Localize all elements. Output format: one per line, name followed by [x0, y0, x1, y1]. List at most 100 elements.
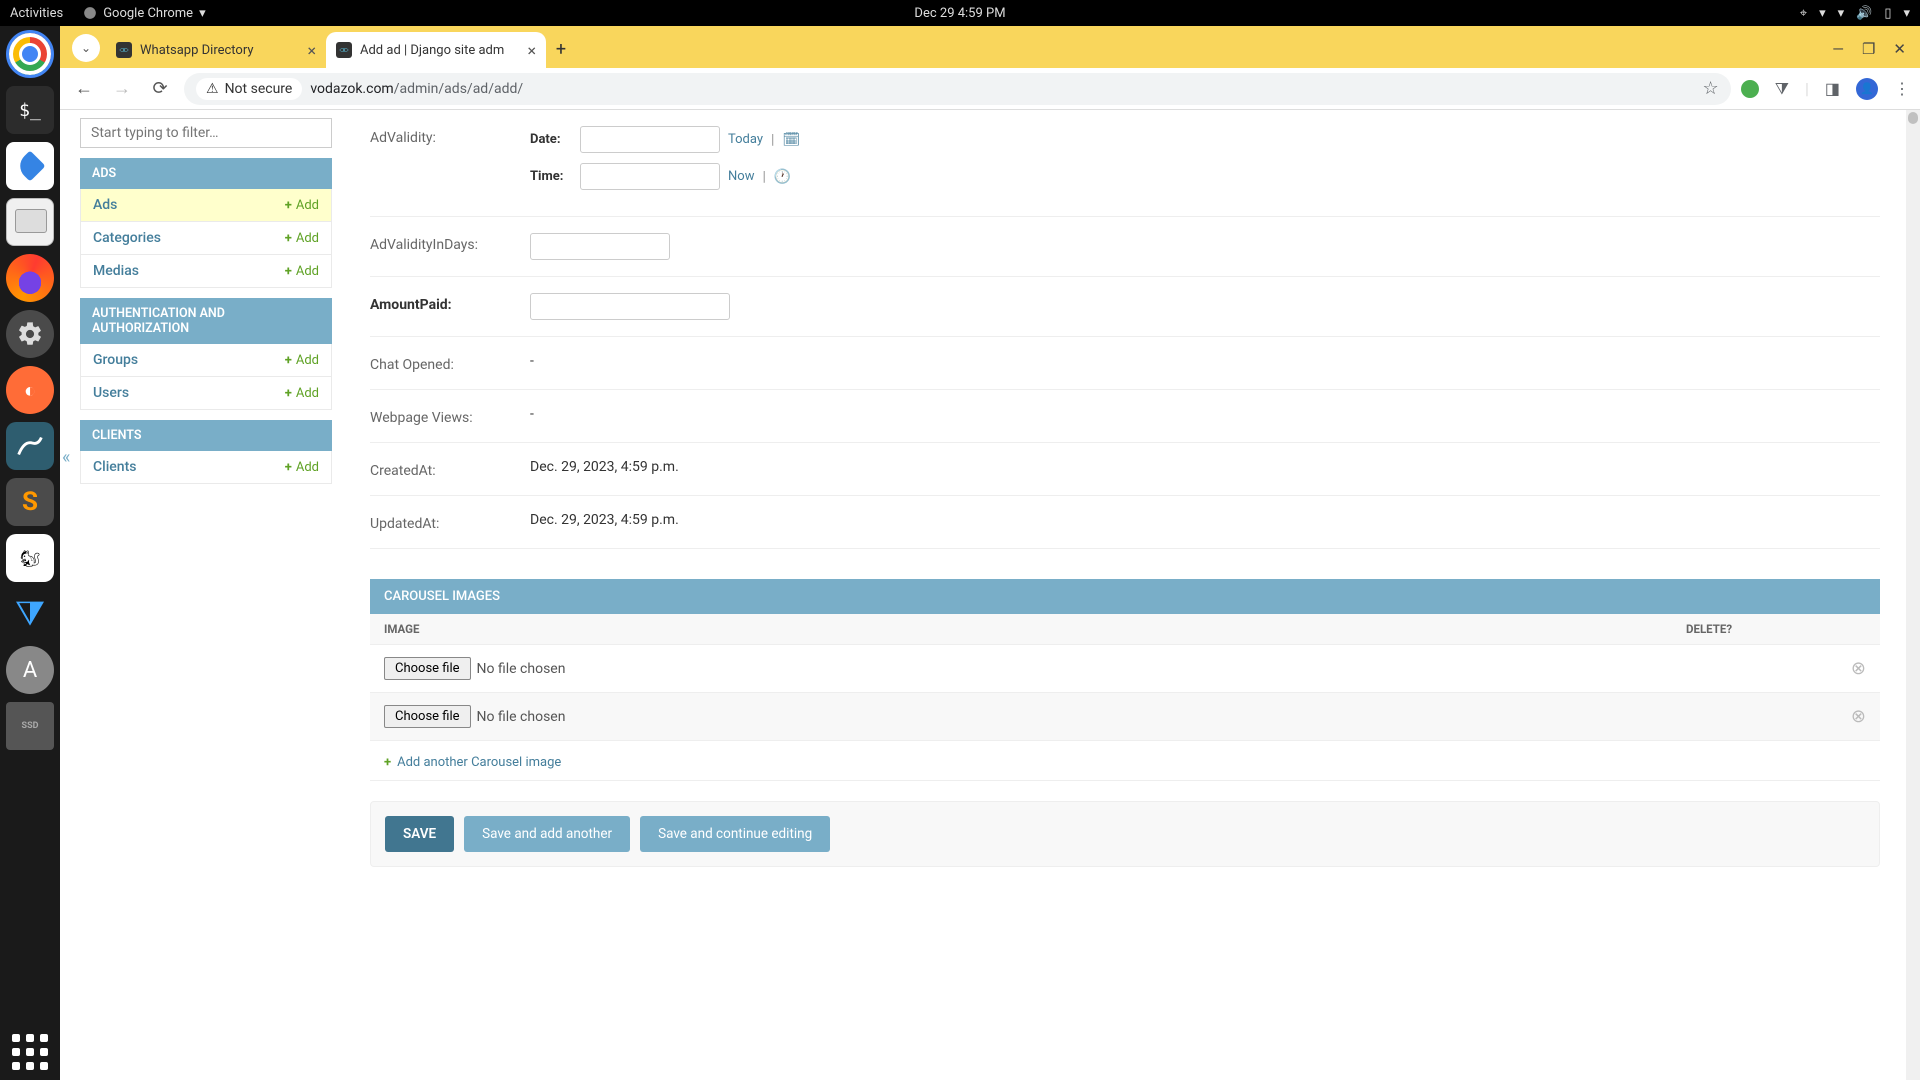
time-sublabel: Time:: [530, 169, 572, 184]
sidebar-item-clients[interactable]: Clients +Add: [80, 451, 332, 484]
save-button[interactable]: SAVE: [385, 816, 454, 852]
field-label-webpageviews: Webpage Views:: [370, 406, 530, 426]
choose-file-button[interactable]: Choose file: [384, 657, 471, 680]
dock-firefox-icon[interactable]: [6, 254, 54, 302]
page-content: ADS Ads +Add Categories +Add Medias +Add…: [60, 110, 1920, 1080]
sidebar-item-groups[interactable]: Groups +Add: [80, 344, 332, 377]
back-button[interactable]: ←: [70, 75, 98, 103]
close-icon[interactable]: ×: [307, 41, 316, 60]
minimize-icon[interactable]: —: [1832, 40, 1844, 58]
sidebar-item-ads[interactable]: Ads +Add: [80, 189, 332, 222]
date-sublabel: Date:: [530, 132, 572, 147]
chevron-down-icon: ▾: [199, 6, 206, 21]
sidebar-item-label: Groups: [93, 352, 138, 368]
save-add-another-button[interactable]: Save and add another: [464, 816, 630, 852]
scrollbar-track[interactable]: [1906, 110, 1920, 1080]
field-label-advalidity: AdValidity:: [370, 126, 530, 146]
dock-text-editor-icon[interactable]: [6, 142, 54, 190]
amountpaid-input[interactable]: [530, 293, 730, 320]
sidebar-section-ads: ADS: [80, 158, 332, 189]
sidebar-add-link[interactable]: +Add: [285, 264, 319, 279]
sidebar-filter-input[interactable]: [80, 118, 332, 148]
advalidityindays-input[interactable]: [530, 233, 670, 260]
advalidity-time-input[interactable]: [580, 163, 720, 190]
choose-file-button[interactable]: Choose file: [384, 705, 471, 728]
app-menu[interactable]: Google Chrome ▾: [83, 6, 205, 21]
close-icon[interactable]: ×: [527, 41, 536, 60]
advalidity-date-input[interactable]: [580, 126, 720, 153]
delete-row-icon[interactable]: ⊗: [1851, 658, 1866, 679]
createdat-value: Dec. 29, 2023, 4:59 p.m.: [530, 459, 1880, 475]
dock-disk-icon[interactable]: SSD: [6, 702, 54, 750]
sidebar-collapse-button[interactable]: «: [60, 445, 72, 470]
sidebar-item-label: Ads: [93, 197, 117, 213]
extensions-icon[interactable]: ⧩: [1775, 79, 1789, 99]
dock-postman-icon[interactable]: ◐: [6, 366, 54, 414]
dock-files-icon[interactable]: [6, 198, 54, 246]
sidebar-item-categories[interactable]: Categories +Add: [80, 222, 332, 255]
form-area: AdValidity: Date: Today | 🗓 Time: Now |: [340, 110, 1920, 1080]
plus-icon: +: [285, 386, 292, 401]
sidebar-item-label: Categories: [93, 230, 161, 246]
now-link[interactable]: Now: [728, 169, 754, 184]
dock-sublime-icon[interactable]: S: [6, 478, 54, 526]
sidebar-add-link[interactable]: +Add: [285, 231, 319, 246]
tab-search-button[interactable]: ⌄: [72, 34, 100, 62]
delete-row-icon[interactable]: ⊗: [1851, 706, 1866, 727]
add-another-carousel-link[interactable]: + Add another Carousel image: [384, 755, 561, 770]
dock-settings-icon[interactable]: [6, 310, 54, 358]
bookmark-icon[interactable]: ☆: [1703, 78, 1719, 99]
sidebar-add-link[interactable]: +Add: [285, 460, 319, 475]
add-carousel-row: + Add another Carousel image: [370, 741, 1880, 781]
plus-icon: +: [285, 264, 292, 279]
maximize-icon[interactable]: ❐: [1862, 40, 1875, 58]
menu-icon[interactable]: ⋮: [1894, 79, 1910, 98]
sidebar-item-users[interactable]: Users +Add: [80, 377, 332, 410]
dock-show-apps-icon[interactable]: [12, 1034, 48, 1070]
forward-button[interactable]: →: [108, 75, 136, 103]
wifi-icon[interactable]: ▾: [1838, 6, 1845, 21]
extension-icon[interactable]: [1741, 80, 1759, 98]
accessibility-icon[interactable]: ⌖: [1800, 6, 1807, 21]
sidebar-section-auth: AUTHENTICATION AND AUTHORIZATION: [80, 298, 332, 344]
dock-dbeaver-icon[interactable]: 🐿: [6, 534, 54, 582]
reload-button[interactable]: ⟳: [146, 75, 174, 103]
clock-icon[interactable]: 🕐: [774, 169, 791, 185]
field-label-updatedat: UpdatedAt:: [370, 512, 530, 532]
tab-add-ad[interactable]: Add ad | Django site adm ×: [326, 32, 546, 68]
close-icon[interactable]: ✕: [1893, 40, 1906, 58]
react-icon: [116, 42, 132, 58]
battery-icon[interactable]: ▯: [1884, 6, 1891, 21]
url-text: vodazok.com/admin/ads/ad/add/: [310, 81, 523, 97]
dock-terminal-icon[interactable]: $_: [6, 86, 54, 134]
today-link[interactable]: Today: [728, 132, 763, 147]
security-chip[interactable]: ⚠ Not secure: [196, 78, 302, 100]
dock-chrome-icon[interactable]: [6, 30, 54, 78]
clock[interactable]: Dec 29 4:59 PM: [914, 6, 1005, 21]
sidebar-add-link[interactable]: +Add: [285, 386, 319, 401]
side-panel-icon[interactable]: ◨: [1825, 79, 1840, 98]
sidebar-item-label: Clients: [93, 459, 136, 475]
activities-button[interactable]: Activities: [10, 6, 63, 21]
save-continue-button[interactable]: Save and continue editing: [640, 816, 830, 852]
tab-whatsapp-directory[interactable]: Whatsapp Directory ×: [106, 32, 326, 68]
profile-avatar[interactable]: 👤: [1856, 78, 1878, 100]
window-controls: — ❐ ✕: [1832, 40, 1920, 58]
new-tab-button[interactable]: +: [546, 34, 576, 64]
sidebar-add-link[interactable]: +Add: [285, 198, 319, 213]
url-input[interactable]: ⚠ Not secure vodazok.com/admin/ads/ad/ad…: [184, 73, 1731, 105]
volume-icon[interactable]: 🔊: [1856, 6, 1872, 21]
system-tray[interactable]: ⌖ ▾ ▾ 🔊 ▯ ▾: [1800, 6, 1910, 21]
dock-vscode-icon[interactable]: ⧩: [6, 590, 54, 638]
field-label-advalidityindays: AdValidityInDays:: [370, 233, 530, 253]
warning-icon: ⚠: [206, 81, 219, 97]
dock-updater-icon[interactable]: A: [6, 646, 54, 694]
dock: $_ ◐ S 🐿 ⧩ A SSD: [0, 26, 60, 1080]
scroll-up-button[interactable]: [1908, 112, 1918, 124]
calendar-icon[interactable]: 🗓: [782, 132, 800, 148]
sidebar-item-medias[interactable]: Medias +Add: [80, 255, 332, 288]
webpageviews-value: -: [530, 406, 1880, 422]
sidebar-add-link[interactable]: +Add: [285, 353, 319, 368]
dock-mysql-icon[interactable]: [6, 422, 54, 470]
carousel-row: Choose file No file chosen ⊗: [370, 693, 1880, 741]
